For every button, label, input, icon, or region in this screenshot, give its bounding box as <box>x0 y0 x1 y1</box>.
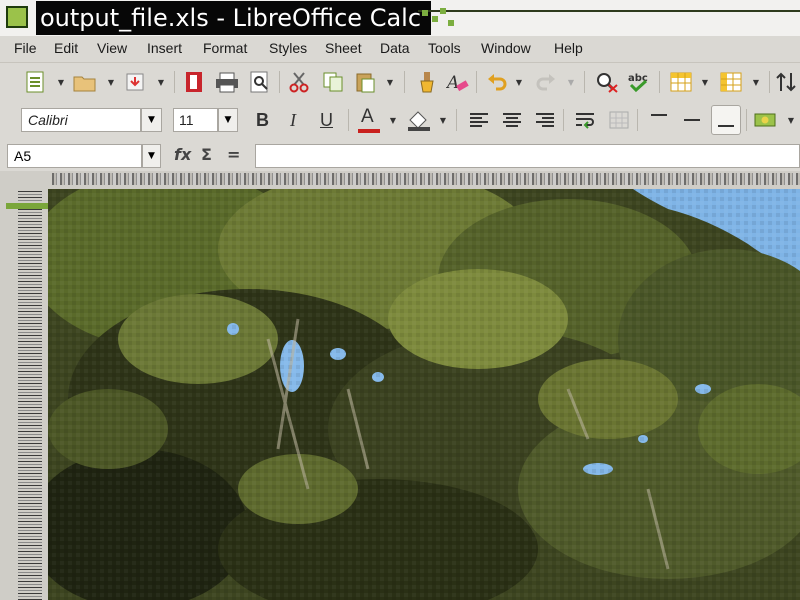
font-color-dropdown-icon[interactable]: ▼ <box>388 107 398 133</box>
paste-dropdown-icon[interactable]: ▼ <box>385 69 395 95</box>
toolbar-separator <box>456 109 457 131</box>
toolbar-separator <box>563 109 564 131</box>
menu-window[interactable]: Window <box>481 40 531 56</box>
menu-tools[interactable]: Tools <box>428 40 461 56</box>
toolbar-separator <box>476 71 477 93</box>
toolbar-separator <box>279 71 280 93</box>
menu-view[interactable]: View <box>97 40 127 56</box>
column-header-strip <box>52 173 800 185</box>
italic-button[interactable]: I <box>290 110 296 131</box>
row-dropdown-icon[interactable]: ▼ <box>700 69 710 95</box>
menu-data[interactable]: Data <box>380 40 410 56</box>
align-right-icon[interactable] <box>532 107 558 133</box>
font-size-dropdown-icon[interactable]: ▼ <box>218 108 238 132</box>
clear-formatting-icon[interactable]: A <box>445 69 471 95</box>
spelling-icon[interactable]: abc <box>627 69 653 95</box>
merge-cells-icon[interactable] <box>606 107 632 133</box>
menu-edit[interactable]: Edit <box>54 40 78 56</box>
menu-file[interactable]: File <box>14 40 37 56</box>
formatting-toolbar: Calibri ▼ 11 ▼ B I U A ▼ ▼ ▼ <box>0 101 800 139</box>
toolbar-separator <box>348 109 349 131</box>
menu-bar: File Edit View Insert Format Styles Shee… <box>0 36 800 63</box>
foliage-image <box>48 189 800 600</box>
undo-icon[interactable] <box>484 69 510 95</box>
print-preview-icon[interactable] <box>247 69 273 95</box>
align-bottom-icon[interactable] <box>711 105 741 135</box>
new-document-icon[interactable] <box>22 69 48 95</box>
redo-dropdown-icon[interactable]: ▼ <box>566 69 576 95</box>
toolbar-separator <box>746 109 747 131</box>
toolbar-separator <box>659 71 660 93</box>
font-color-swatch <box>358 129 380 133</box>
print-icon[interactable] <box>214 69 240 95</box>
column-icon[interactable] <box>718 69 744 95</box>
copy-icon[interactable] <box>320 69 346 95</box>
font-size-input[interactable]: 11 <box>173 108 218 132</box>
underline-button[interactable]: U <box>320 110 333 131</box>
sort-icon[interactable] <box>774 69 800 95</box>
formula-button[interactable]: = <box>227 145 240 164</box>
window-title: output_file.xls - LibreOffice Calc <box>36 1 432 35</box>
align-middle-icon[interactable] <box>679 107 705 133</box>
currency-format-icon[interactable] <box>753 107 779 133</box>
font-name-input[interactable]: Calibri <box>21 108 141 132</box>
toolbar-separator <box>174 71 175 93</box>
sheet-image-content[interactable] <box>48 189 800 600</box>
menu-insert[interactable]: Insert <box>147 40 182 56</box>
row-icon[interactable] <box>668 69 694 95</box>
svg-text:A: A <box>446 73 459 93</box>
currency-dropdown-icon[interactable]: ▼ <box>786 107 796 133</box>
standard-toolbar: ▼ ▼ ▼ ▼ A ▼ ▼ abc ▼ ▼ <box>0 63 800 101</box>
open-dropdown-icon[interactable]: ▼ <box>106 69 116 95</box>
save-dropdown-icon[interactable]: ▼ <box>156 69 166 95</box>
calc-app-icon <box>6 6 28 28</box>
name-box[interactable]: A5 <box>7 144 142 168</box>
toolbar-separator <box>769 71 770 93</box>
find-replace-icon[interactable] <box>594 69 620 95</box>
menu-sheet[interactable]: Sheet <box>325 40 362 56</box>
redo-icon[interactable] <box>533 69 559 95</box>
title-bar-decoration <box>418 8 800 38</box>
formula-input[interactable] <box>255 144 800 168</box>
menu-format[interactable]: Format <box>203 40 247 56</box>
paste-icon[interactable] <box>352 69 378 95</box>
cut-icon[interactable] <box>286 69 312 95</box>
toolbar-separator <box>637 109 638 131</box>
active-row-indicator <box>6 203 48 209</box>
name-box-dropdown-icon[interactable]: ▼ <box>142 144 161 168</box>
highlight-color-icon[interactable] <box>406 107 432 133</box>
highlight-dropdown-icon[interactable]: ▼ <box>438 107 448 133</box>
new-dropdown-icon[interactable]: ▼ <box>56 69 66 95</box>
column-headers[interactable] <box>0 171 800 190</box>
align-center-icon[interactable] <box>499 107 525 133</box>
save-icon[interactable] <box>122 69 148 95</box>
bold-button[interactable]: B <box>256 110 269 131</box>
align-left-icon[interactable] <box>466 107 492 133</box>
row-header-strip <box>18 189 42 600</box>
wrap-text-icon[interactable] <box>573 107 599 133</box>
formula-bar: A5 ▼ fx Σ = <box>0 139 800 171</box>
font-color-button[interactable]: A <box>361 106 374 128</box>
toolbar-separator <box>404 71 405 93</box>
align-top-icon[interactable] <box>646 107 672 133</box>
function-wizard-button[interactable]: fx <box>174 145 191 164</box>
row-headers[interactable] <box>0 189 49 600</box>
title-bar: output_file.xls - LibreOffice Calc <box>0 0 800 36</box>
sum-button[interactable]: Σ <box>201 145 212 164</box>
open-folder-icon[interactable] <box>72 69 98 95</box>
menu-help[interactable]: Help <box>554 40 583 56</box>
menu-styles[interactable]: Styles <box>269 40 307 56</box>
clone-formatting-icon[interactable] <box>414 69 440 95</box>
column-dropdown-icon[interactable]: ▼ <box>751 69 761 95</box>
export-pdf-icon[interactable] <box>181 69 207 95</box>
toolbar-separator <box>584 71 585 93</box>
undo-dropdown-icon[interactable]: ▼ <box>514 69 524 95</box>
font-name-dropdown-icon[interactable]: ▼ <box>141 108 162 132</box>
